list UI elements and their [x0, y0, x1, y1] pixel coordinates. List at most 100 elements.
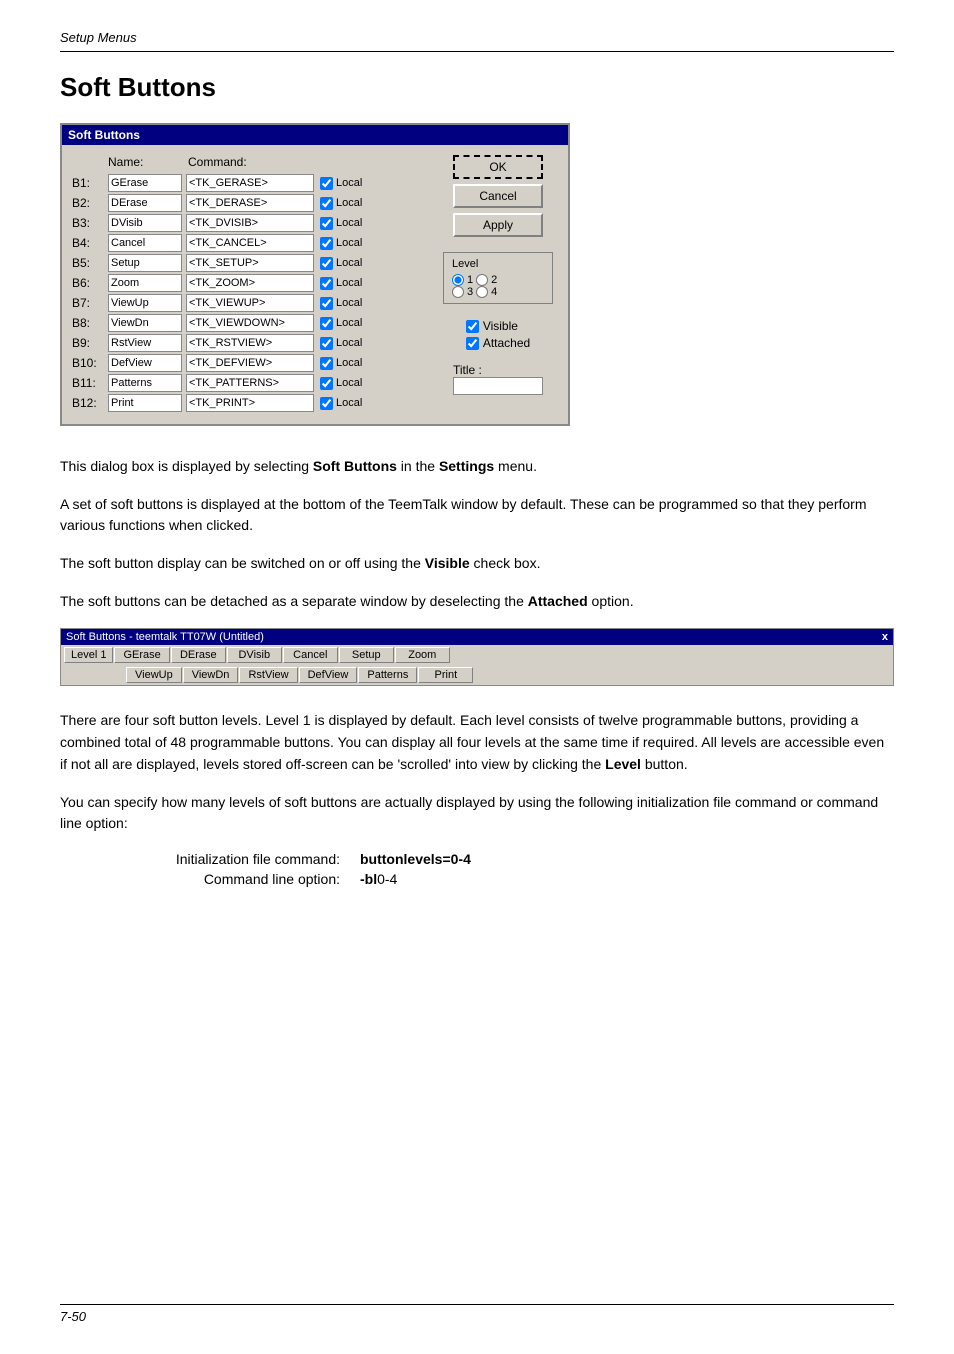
cmd-field[interactable]	[186, 194, 314, 212]
local-label: Local	[336, 357, 362, 369]
taskbar-button[interactable]: Zoom	[395, 647, 450, 663]
local-label: Local	[336, 197, 362, 209]
level-radio-4[interactable]	[476, 286, 488, 298]
title-field-label: Title :	[453, 363, 543, 377]
name-field[interactable]	[108, 274, 182, 292]
cmd-field[interactable]	[186, 234, 314, 252]
local-checkbox[interactable]	[320, 237, 333, 250]
name-field[interactable]	[108, 194, 182, 212]
local-checkbox[interactable]	[320, 297, 333, 310]
title-input[interactable]	[453, 377, 543, 395]
name-field[interactable]	[108, 234, 182, 252]
local-checkbox[interactable]	[320, 357, 333, 370]
cmd-field[interactable]	[186, 334, 314, 352]
local-checkbox[interactable]	[320, 197, 333, 210]
taskbar-button[interactable]: Patterns	[358, 667, 417, 683]
taskbar-simulation: Soft Buttons - teemtalk TT07W (Untitled)…	[60, 628, 894, 686]
local-checkbox[interactable]	[320, 277, 333, 290]
row-label: B4:	[72, 236, 108, 250]
taskbar-button[interactable]: ViewDn	[183, 667, 239, 683]
name-field[interactable]	[108, 334, 182, 352]
cmd-field[interactable]	[186, 274, 314, 292]
visible-row: Visible	[466, 319, 530, 333]
local-checkbox[interactable]	[320, 217, 333, 230]
name-field[interactable]	[108, 214, 182, 232]
local-checkbox-col: Local	[320, 177, 362, 190]
local-checkbox[interactable]	[320, 317, 333, 330]
local-checkbox-col: Local	[320, 197, 362, 210]
cmd-field[interactable]	[186, 314, 314, 332]
col-cmd-header: Command:	[188, 155, 318, 169]
taskbar-button[interactable]: RstView	[239, 667, 297, 683]
body-paragraph: There are four soft button levels. Level…	[60, 710, 894, 775]
page-number: 7-50	[60, 1309, 86, 1324]
local-checkbox-col: Local	[320, 357, 362, 370]
name-field[interactable]	[108, 254, 182, 272]
taskbar-button[interactable]: DVisib	[227, 647, 282, 663]
name-field[interactable]	[108, 394, 182, 412]
body-paragraph: A set of soft buttons is displayed at th…	[60, 494, 894, 537]
cmd-field[interactable]	[186, 174, 314, 192]
table-row: B12: Local	[72, 394, 428, 412]
table-row: B10: Local	[72, 354, 428, 372]
row-label: B3:	[72, 216, 108, 230]
ok-button[interactable]: OK	[453, 155, 543, 179]
body-paragraph: You can specify how many levels of soft …	[60, 792, 894, 835]
local-checkbox-col: Local	[320, 297, 362, 310]
cmd-field[interactable]	[186, 354, 314, 372]
cmd-field[interactable]	[186, 394, 314, 412]
level-radio-3-label: 3	[467, 286, 473, 298]
body-paragraph: This dialog box is displayed by selectin…	[60, 456, 894, 478]
taskbar-title: Soft Buttons - teemtalk TT07W (Untitled)	[66, 631, 264, 643]
taskbar-button[interactable]: ViewUp	[126, 667, 182, 683]
attached-checkbox[interactable]	[466, 337, 479, 350]
name-field[interactable]	[108, 354, 182, 372]
name-field[interactable]	[108, 174, 182, 192]
table-row: B2: Local	[72, 194, 428, 212]
init-row: Initialization file command: buttonlevel…	[120, 851, 894, 867]
cmd-field[interactable]	[186, 214, 314, 232]
taskbar-button[interactable]: Setup	[339, 647, 394, 663]
taskbar-row1: Level 1 GEraseDEraseDVisibCancelSetupZoo…	[61, 645, 893, 665]
col-name-header: Name:	[108, 155, 188, 169]
name-field[interactable]	[108, 374, 182, 392]
attached-label: Attached	[483, 336, 530, 350]
visible-checkbox[interactable]	[466, 320, 479, 333]
title-field-row: Title :	[453, 363, 543, 395]
taskbar-button[interactable]: GErase	[114, 647, 169, 663]
local-checkbox[interactable]	[320, 177, 333, 190]
attached-row: Attached	[466, 336, 530, 350]
level-radio-1[interactable]	[452, 274, 464, 286]
level-radio-2[interactable]	[476, 274, 488, 286]
cmd-field[interactable]	[186, 294, 314, 312]
table-row: B1: Local	[72, 174, 428, 192]
visible-attached-section: Visible Attached	[466, 319, 530, 350]
local-checkbox-col: Local	[320, 397, 362, 410]
apply-button[interactable]: Apply	[453, 213, 543, 237]
cancel-button[interactable]: Cancel	[453, 184, 543, 208]
local-checkbox[interactable]	[320, 337, 333, 350]
level-radio-row1: 1 2	[452, 274, 544, 286]
taskbar-close-icon[interactable]: x	[882, 631, 888, 643]
taskbar-level-button[interactable]: Level 1	[64, 647, 113, 663]
taskbar-button[interactable]: DErase	[171, 647, 226, 663]
name-field[interactable]	[108, 294, 182, 312]
taskbar-titlebar: Soft Buttons - teemtalk TT07W (Untitled)…	[61, 629, 893, 645]
local-label: Local	[336, 257, 362, 269]
table-row: B11: Local	[72, 374, 428, 392]
taskbar-button[interactable]: Print	[418, 667, 473, 683]
local-label: Local	[336, 377, 362, 389]
name-field[interactable]	[108, 314, 182, 332]
table-row: B7: Local	[72, 294, 428, 312]
cmd-field[interactable]	[186, 374, 314, 392]
local-checkbox[interactable]	[320, 257, 333, 270]
init-value: -bl0-4	[360, 871, 397, 887]
cmd-field[interactable]	[186, 254, 314, 272]
taskbar-button[interactable]: DefView	[299, 667, 358, 683]
local-checkbox[interactable]	[320, 377, 333, 390]
taskbar-button[interactable]: Cancel	[283, 647, 338, 663]
taskbar-row2: ViewUpViewDnRstViewDefViewPatternsPrint	[61, 665, 893, 685]
row-label: B9:	[72, 336, 108, 350]
level-radio-3[interactable]	[452, 286, 464, 298]
local-checkbox[interactable]	[320, 397, 333, 410]
